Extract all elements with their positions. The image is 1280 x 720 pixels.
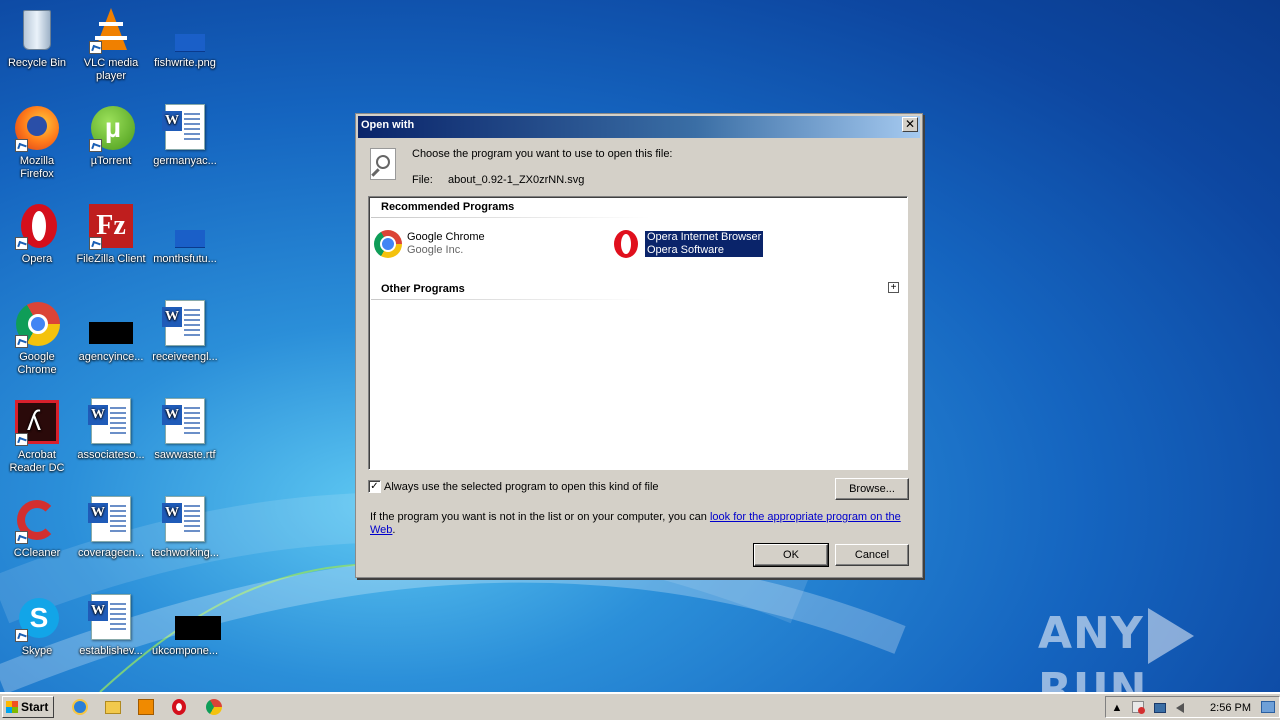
clock[interactable]: 2:56 PM (1210, 702, 1251, 714)
media-player-icon[interactable] (138, 699, 154, 715)
black-thumbnail-icon (161, 594, 221, 642)
other-programs-header: Other Programs (381, 283, 465, 295)
desktop-icon-coveragecn[interactable]: W coveragecn... (74, 496, 148, 560)
file-icon (161, 202, 209, 250)
program-item-chrome[interactable]: Google Chrome Google Inc. (373, 229, 485, 259)
desktop-icon-ukcompone[interactable]: ukcompone... (148, 594, 222, 658)
acrobat-icon: ʎ (13, 398, 61, 446)
recycle-bin-icon (13, 6, 61, 54)
close-button[interactable]: ✕ (902, 117, 918, 132)
instruction-text: Choose the program you want to use to op… (412, 148, 673, 160)
desktop-icon-filezilla[interactable]: Fz FileZilla Client (74, 202, 148, 266)
program-name: Google Chrome (407, 231, 485, 243)
ccleaner-icon (13, 496, 61, 544)
desktop-icon-chrome[interactable]: Google Chrome (0, 300, 74, 377)
start-button[interactable]: Start (2, 696, 54, 718)
program-name: Opera Internet Browser (647, 231, 762, 243)
filezilla-icon: Fz (87, 202, 135, 250)
recommended-programs-header: Recommended Programs (381, 201, 515, 213)
desktop-icon-opera[interactable]: Opera (0, 202, 74, 266)
cancel-button[interactable]: Cancel (835, 544, 909, 566)
explorer-folder-icon[interactable] (105, 699, 121, 715)
dialog-titlebar[interactable]: Open with ✕ (358, 116, 920, 138)
vlc-icon (87, 6, 135, 54)
hint-text: If the program you want is not in the li… (370, 511, 910, 537)
hint-prefix: If the program you want is not in the li… (370, 511, 710, 523)
desktop-icon-monthsfutu[interactable]: monthsfutu... (148, 202, 222, 266)
opera-icon (13, 202, 61, 250)
desktop-icon-techworking[interactable]: W techworking... (148, 496, 222, 560)
black-thumbnail-icon (87, 300, 135, 348)
desktop-icon-firefox[interactable]: Mozilla Firefox (0, 104, 74, 181)
play-icon (1147, 608, 1194, 664)
expand-icon[interactable]: + (888, 282, 899, 293)
opera-icon (611, 229, 641, 259)
open-with-dialog: Open with ✕ Choose the program you want … (355, 113, 923, 578)
program-publisher: Google Inc. (407, 244, 464, 256)
skype-icon: S (13, 594, 61, 642)
desktop-icon-germanyac[interactable]: W germanyac... (148, 104, 222, 168)
word-document-icon: W (87, 594, 135, 642)
action-center-icon[interactable] (1132, 701, 1146, 715)
program-list[interactable]: Recommended Programs Google Chrome Googl… (368, 196, 908, 470)
system-tray: ▲ 2:56 PM (1105, 696, 1280, 718)
windows-logo-icon (6, 701, 18, 713)
program-item-opera[interactable]: Opera Internet Browser Opera Software (611, 229, 764, 259)
desktop-icon-acrobat[interactable]: ʎ Acrobat Reader DC (0, 398, 74, 475)
show-hidden-icons-icon[interactable]: ▲ (1110, 701, 1124, 715)
desktop-icon-skype[interactable]: S Skype (0, 594, 74, 658)
ok-button[interactable]: OK (753, 543, 829, 567)
divider (371, 217, 651, 218)
desktop-icon-vlc[interactable]: VLC media player (74, 6, 148, 83)
desktop-icon-utorrent[interactable]: µ µTorrent (74, 104, 148, 168)
hint-suffix: . (392, 524, 396, 536)
utorrent-icon: µ (87, 104, 135, 152)
start-label: Start (21, 700, 49, 714)
network-icon[interactable] (1154, 701, 1168, 715)
word-document-icon: W (161, 104, 209, 152)
chrome-icon (373, 229, 403, 259)
word-document-icon: W (87, 496, 135, 544)
desktop-icon-ccleaner[interactable]: CCleaner (0, 496, 74, 560)
desktop-icon-sawwaste[interactable]: W sawwaste.rtf (148, 398, 222, 462)
divider (371, 299, 651, 300)
watermark-right: RUN (1038, 664, 1148, 692)
file-name: about_0.92-1_ZX0zrNN.svg (448, 174, 585, 186)
always-use-checkbox[interactable]: ✓ (368, 480, 381, 493)
desktop-icon-establishev[interactable]: W establishev... (74, 594, 148, 658)
watermark-left: ANY (1038, 608, 1144, 659)
anyrun-watermark: ANY RUN (1038, 608, 1280, 692)
always-use-label[interactable]: Always use the selected program to open … (384, 481, 659, 493)
firefox-icon (13, 104, 61, 152)
desktop-icon-agencyince[interactable]: agencyince... (74, 300, 148, 364)
word-document-icon: W (161, 300, 209, 348)
internet-explorer-icon[interactable] (72, 699, 88, 715)
dialog-title: Open with (361, 119, 415, 131)
volume-icon[interactable] (1176, 701, 1190, 715)
desktop-icon-associateso[interactable]: W associateso... (74, 398, 148, 462)
word-document-icon: W (161, 496, 209, 544)
opera-taskbar-icon[interactable] (172, 699, 188, 715)
image-file-icon (161, 6, 209, 54)
chrome-taskbar-icon[interactable] (206, 699, 222, 715)
file-label: File: (412, 174, 433, 186)
taskbar: Start ▲ 2:56 PM (0, 692, 1280, 720)
word-document-icon: W (87, 398, 135, 446)
program-publisher: Opera Software (647, 244, 725, 256)
desktop-icon-recycle-bin[interactable]: Recycle Bin (0, 6, 74, 70)
word-document-icon: W (161, 398, 209, 446)
chrome-icon (13, 300, 61, 348)
show-desktop-button[interactable] (1261, 701, 1275, 713)
browse-button[interactable]: Browse... (835, 478, 909, 500)
desktop-icon-receiveengl[interactable]: W receiveengl... (148, 300, 222, 364)
desktop-icon-fishwrite[interactable]: fishwrite.png (148, 6, 222, 70)
